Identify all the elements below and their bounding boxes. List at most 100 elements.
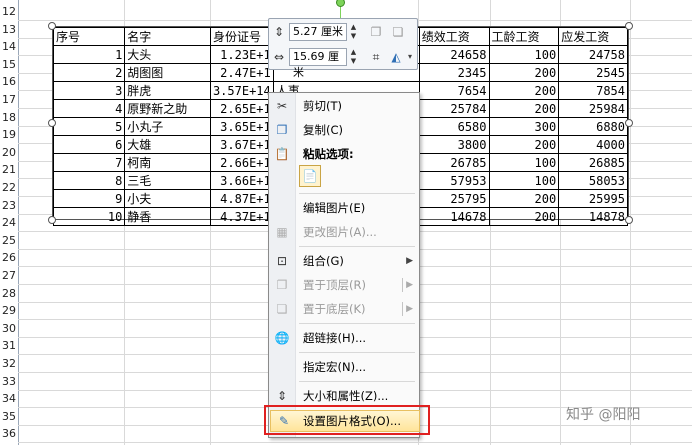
cell-perf: 6580	[418, 117, 490, 136]
cell-perf: 3800	[418, 135, 490, 154]
cell-name: 柯南	[124, 153, 211, 172]
row-headers: 12 13 14 15 16 17 18 19 20 21 22 23 24 25 26 27 28 29 30 31…	[0, 0, 18, 445]
cell-name: 大雄	[124, 135, 211, 154]
send-backward-icon[interactable]: ❏	[389, 23, 407, 41]
size-properties-icon: ⇕	[276, 389, 288, 403]
menu-item-edit-picture[interactable]: 编辑图片(E)	[269, 197, 419, 219]
split-divider	[402, 302, 403, 316]
change-picture-icon: ▦	[276, 225, 288, 239]
row-header[interactable]: 13	[0, 21, 18, 39]
row-header[interactable]: 31	[0, 337, 18, 355]
height-input[interactable]: 5.27 厘米	[289, 23, 347, 41]
row-header[interactable]: 21	[0, 161, 18, 179]
row-header[interactable]: 16	[0, 73, 18, 91]
cell-id: 2.47E+1	[209, 63, 274, 82]
cell-no: 4	[52, 99, 126, 118]
width-row: ⇔ 15.69 厘米 ▲ ▼ ⌗ ◭ ▾	[271, 46, 415, 79]
cell-name: 小夫	[124, 189, 211, 208]
cell-no: 1	[52, 45, 126, 64]
menu-item-label: 粘贴选项:	[303, 147, 354, 161]
cell-id: 3.65E+1	[209, 117, 274, 136]
row-header[interactable]: 30	[0, 320, 18, 338]
row-header[interactable]: 12	[0, 3, 18, 21]
cell-gross: 24758	[558, 45, 628, 64]
row-header[interactable]: 29	[0, 302, 18, 320]
row-header[interactable]: 27	[0, 267, 18, 285]
cell-gross: 25984	[558, 99, 628, 118]
cell-gross: 6880	[558, 117, 628, 136]
cell-perf: 7654	[418, 81, 490, 100]
menu-separator	[299, 193, 415, 194]
cell-name: 胖虎	[124, 81, 211, 100]
row-header[interactable]: 23	[0, 197, 18, 215]
menu-item-group[interactable]: ⊡ 组合(G) ▶	[269, 250, 419, 272]
cell-name: 原野新之助	[124, 99, 211, 118]
resize-handle-top-left[interactable]	[48, 22, 56, 30]
resize-handle-left[interactable]	[48, 119, 56, 127]
menu-item-size-properties[interactable]: ⇕ 大小和属性(Z)...	[269, 385, 419, 407]
cell-no: 6	[52, 135, 126, 154]
cell-id: 4.37E+1	[209, 207, 274, 226]
height-spinner[interactable]: ▲ ▼	[349, 23, 358, 41]
width-spinner[interactable]: ▲ ▼	[349, 48, 358, 66]
menu-item-bring-to-front: ❐ 置于顶层(R) ▶	[269, 274, 419, 296]
cell-id: 3.66E+1	[209, 171, 274, 190]
dropdown-arrow-icon[interactable]: ▾	[401, 48, 419, 66]
width-input[interactable]: 15.69 厘米	[289, 48, 347, 79]
grid-row-line	[18, 442, 692, 444]
watermark: 知乎 @阳阳	[566, 407, 641, 423]
cell-no: 5	[52, 117, 126, 136]
row-header[interactable]: 33	[0, 373, 18, 391]
row-header[interactable]: 25	[0, 232, 18, 250]
row-header[interactable]: 22	[0, 179, 18, 197]
resize-handle-right[interactable]	[625, 119, 633, 127]
cell-perf: 14678	[418, 207, 490, 226]
cell-name: 大头	[124, 45, 211, 64]
resize-handle-bottom-right[interactable]	[625, 216, 633, 224]
menu-separator	[299, 323, 415, 324]
cell-seniority: 200	[488, 81, 560, 100]
menu-item-hyperlink[interactable]: 🌐 超链接(H)...	[269, 327, 419, 349]
row-header[interactable]: 32	[0, 355, 18, 373]
row-header[interactable]: 15	[0, 56, 18, 74]
resize-handle-top-right[interactable]	[625, 22, 633, 30]
submenu-arrow-icon: ▶	[406, 256, 413, 266]
row-header[interactable]: 34	[0, 390, 18, 408]
crop-icon[interactable]: ⌗	[367, 48, 385, 66]
cell-gross: 26885	[558, 153, 628, 172]
cell-seniority: 100	[488, 153, 560, 172]
cell-gross: 2545	[558, 63, 628, 82]
submenu-arrow-icon: ▶	[406, 280, 413, 290]
row-header[interactable]: 26	[0, 249, 18, 267]
cell-id: 2.65E+1	[209, 99, 274, 118]
menu-item-copy[interactable]: ❐ 复制(C)	[269, 119, 419, 141]
cell-seniority: 100	[488, 45, 560, 64]
row-header[interactable]: 20	[0, 144, 18, 162]
cell-seniority: 100	[488, 171, 560, 190]
menu-item-cut[interactable]: ✂ 剪切(T)	[269, 95, 419, 117]
bring-forward-icon[interactable]: ❐	[367, 23, 385, 41]
copy-icon: ❐	[276, 123, 288, 137]
menu-item-label: 更改图片(A)...	[303, 225, 377, 239]
row-header-border	[18, 0, 19, 445]
row-header[interactable]: 36	[0, 425, 18, 443]
menu-item-label: 置于底层(K)	[303, 302, 366, 316]
resize-handle-bottom-left[interactable]	[48, 216, 56, 224]
menu-item-assign-macro[interactable]: 指定宏(N)...	[269, 356, 419, 378]
row-header[interactable]: 14	[0, 38, 18, 56]
cell-no: 8	[52, 171, 126, 190]
row-header[interactable]: 35	[0, 408, 18, 426]
row-header[interactable]: 17	[0, 91, 18, 109]
menu-item-label: 复制(C)	[303, 123, 344, 137]
menu-item-label: 剪切(T)	[303, 99, 342, 113]
cell-no: 10	[52, 207, 126, 226]
row-header[interactable]: 18	[0, 109, 18, 127]
rotate-handle[interactable]	[336, 0, 345, 7]
paste-as-picture-button[interactable]: 📄	[299, 165, 321, 187]
menu-separator	[299, 381, 415, 382]
cell-gross: 14878	[558, 207, 628, 226]
cell-perf: 2345	[418, 63, 490, 82]
row-header[interactable]: 28	[0, 285, 18, 303]
row-header[interactable]: 24	[0, 214, 18, 232]
row-header[interactable]: 19	[0, 126, 18, 144]
